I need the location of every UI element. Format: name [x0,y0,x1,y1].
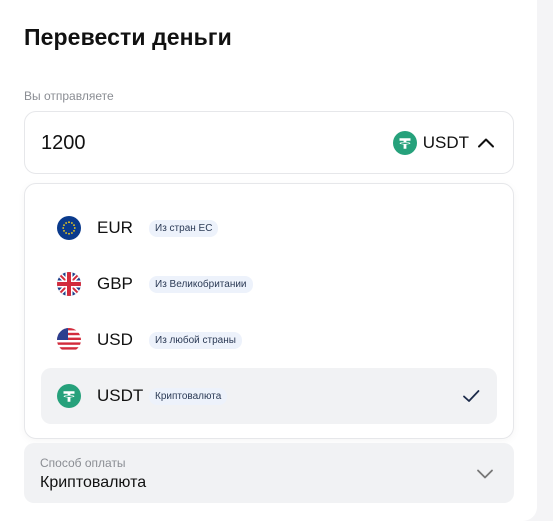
amount-value[interactable]: 1200 [41,132,86,155]
option-code: USDT [97,386,144,405]
option-badge: Из стран ЕС [149,219,219,237]
uk-flag-icon [57,272,81,296]
payment-method-value: Криптовалюта [40,474,147,491]
option-badge: Криптовалюта [149,387,228,405]
currency-dropdown-menu: EUR Из стран ЕС GBP Из Великобритании US… [24,183,514,439]
currency-dropdown-toggle[interactable]: USDT [392,131,497,155]
currency-option-usd[interactable]: USD Из любой страны [41,312,497,368]
option-code: EUR [97,218,133,237]
currency-option-gbp[interactable]: GBP Из Великобритании [41,256,497,312]
send-amount-label: Вы отправляете [24,89,114,103]
selected-currency-code: USDT [422,133,469,152]
option-code: GBP [97,274,133,293]
currency-option-usdt[interactable]: USDT Криптовалюта [41,368,497,424]
option-badge: Из Великобритании [149,275,253,293]
us-flag-icon [57,328,81,352]
tether-icon [57,384,81,408]
currency-option-eur[interactable]: EUR Из стран ЕС [41,200,497,256]
checkmark-icon [463,390,480,402]
page-title: Перевести деньги [24,24,232,50]
option-code: USD [97,330,133,349]
eu-flag-icon [57,216,81,240]
chevron-up-icon [478,138,494,148]
payment-method-select[interactable]: Способ оплаты Криптовалюта [24,443,514,503]
tether-icon [392,131,417,155]
amount-input-box[interactable]: 1200 USDT [24,111,514,174]
option-badge: Из любой страны [149,331,242,349]
transfer-card: Перевести деньги Вы отправляете 1200 USD… [0,0,537,521]
payment-method-label: Способ оплаты [40,456,126,470]
chevron-down-icon [477,469,493,479]
